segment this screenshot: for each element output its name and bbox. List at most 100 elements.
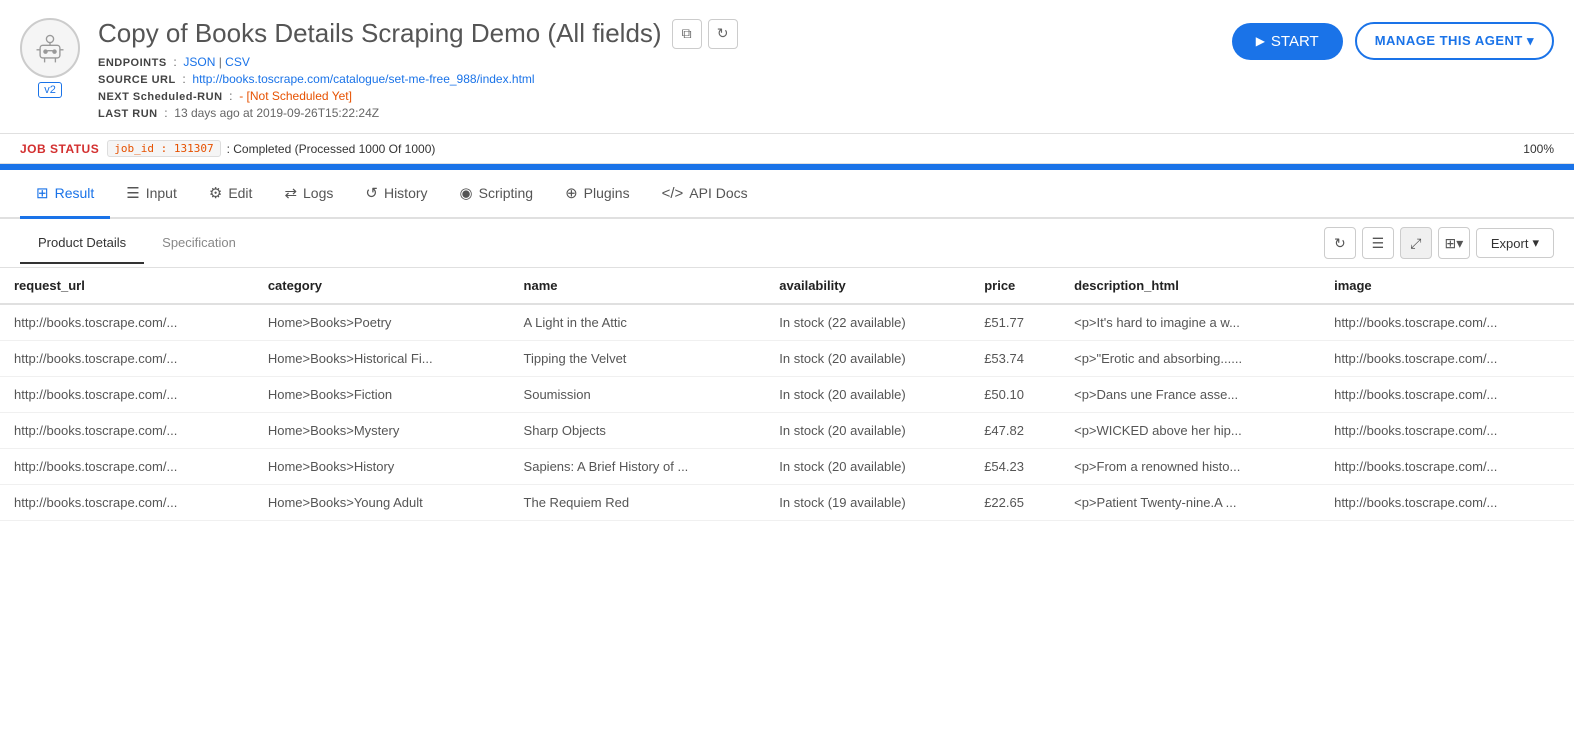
manage-label: MANAGE THIS AGENT ▾ (1375, 33, 1534, 49)
cell-category: Home>Books>History (254, 449, 510, 485)
table-header-row: request_url category name availability p… (0, 268, 1574, 304)
cell-image: http://books.toscrape.com/... (1320, 485, 1574, 521)
cell-description-html: <p>"Erotic and absorbing...... (1060, 341, 1320, 377)
edit-tab-icon: ⚙ (209, 184, 222, 202)
cell-price: £51.77 (970, 304, 1060, 341)
expand-view-button[interactable]: ⤢ (1400, 227, 1432, 259)
plugins-tab-icon: ⊕ (565, 184, 578, 202)
cell-name: Sapiens: A Brief History of ... (510, 449, 766, 485)
agent-icon (20, 18, 80, 78)
cell-description-html: <p>Dans une France asse... (1060, 377, 1320, 413)
cell-request-url: http://books.toscrape.com/... (0, 304, 254, 341)
scripting-tab-icon: ◉ (460, 184, 473, 202)
json-link[interactable]: JSON (183, 55, 215, 69)
copy-button[interactable]: ⧉ (672, 19, 702, 49)
tab-plugins[interactable]: ⊕ Plugins (549, 170, 646, 219)
table-header: request_url category name availability p… (0, 268, 1574, 304)
cell-availability: In stock (19 available) (765, 485, 970, 521)
last-run-label: LAST RUN (98, 108, 158, 120)
tab-logs[interactable]: ⇄ Logs (268, 170, 349, 219)
specification-label: Specification (162, 235, 236, 250)
start-button[interactable]: ▶ START (1232, 23, 1343, 60)
api-docs-tab-label: API Docs (689, 185, 747, 201)
next-run-label: NEXT Scheduled-RUN (98, 91, 223, 103)
tab-scripting[interactable]: ◉ Scripting (444, 170, 550, 219)
cell-availability: In stock (20 available) (765, 413, 970, 449)
plugins-tab-label: Plugins (584, 185, 630, 201)
job-percent: 100% (1523, 142, 1554, 156)
cell-image: http://books.toscrape.com/... (1320, 341, 1574, 377)
tab-api-docs[interactable]: </> API Docs (646, 171, 764, 219)
logs-tab-icon: ⇄ (284, 184, 297, 202)
subtab-specification[interactable]: Specification (144, 223, 254, 264)
source-url-link[interactable]: http://books.toscrape.com/catalogue/set-… (192, 72, 534, 86)
cell-request-url: http://books.toscrape.com/... (0, 485, 254, 521)
cell-request-url: http://books.toscrape.com/... (0, 449, 254, 485)
job-status-bar: JOB STATUS job_id : 131307 : Completed (… (0, 134, 1574, 164)
cell-image: http://books.toscrape.com/... (1320, 449, 1574, 485)
tab-history[interactable]: ↺ History (349, 170, 443, 219)
cell-availability: In stock (20 available) (765, 341, 970, 377)
cell-category: Home>Books>Historical Fi... (254, 341, 510, 377)
cell-price: £47.82 (970, 413, 1060, 449)
col-name: name (510, 268, 766, 304)
csv-link[interactable]: CSV (225, 55, 250, 69)
cell-price: £50.10 (970, 377, 1060, 413)
cell-image: http://books.toscrape.com/... (1320, 304, 1574, 341)
results-table: request_url category name availability p… (0, 268, 1574, 521)
history-tab-label: History (384, 185, 428, 201)
manage-agent-button[interactable]: MANAGE THIS AGENT ▾ (1355, 22, 1554, 60)
col-image: image (1320, 268, 1574, 304)
tabs-bar: ⊞ Result ☰ Input ⚙ Edit ⇄ Logs ↺ History… (0, 170, 1574, 219)
source-url-row: SOURCE URL : http://books.toscrape.com/c… (98, 72, 1232, 86)
cell-description-html: <p>From a renowned histo... (1060, 449, 1320, 485)
refresh-button[interactable]: ↻ (708, 19, 738, 49)
cell-name: Tipping the Velvet (510, 341, 766, 377)
scripting-tab-label: Scripting (479, 185, 533, 201)
tab-input[interactable]: ☰ Input (110, 170, 193, 219)
cell-name: Soumission (510, 377, 766, 413)
export-button[interactable]: Export ▾ (1476, 228, 1554, 258)
job-id-badge: job_id : 131307 (107, 140, 220, 157)
col-category: category (254, 268, 510, 304)
job-status-text: : Completed (Processed 1000 Of 1000) (227, 142, 436, 156)
result-tab-icon: ⊞ (36, 184, 49, 202)
cell-availability: In stock (22 available) (765, 304, 970, 341)
cell-price: £22.65 (970, 485, 1060, 521)
agent-icon-wrap: v2 (20, 18, 80, 98)
agent-info: Copy of Books Details Scraping Demo (All… (98, 18, 1232, 123)
start-label: START (1271, 33, 1319, 50)
cell-price: £53.74 (970, 341, 1060, 377)
table-body: http://books.toscrape.com/...Home>Books>… (0, 304, 1574, 521)
logs-tab-label: Logs (303, 185, 333, 201)
grid-view-button[interactable]: ⊞▾ (1438, 227, 1470, 259)
cell-category: Home>Books>Poetry (254, 304, 510, 341)
next-run-row: NEXT Scheduled-RUN : - [Not Scheduled Ye… (98, 89, 1232, 103)
table-row: http://books.toscrape.com/...Home>Books>… (0, 449, 1574, 485)
col-availability: availability (765, 268, 970, 304)
cell-category: Home>Books>Mystery (254, 413, 510, 449)
input-tab-label: Input (146, 185, 177, 201)
last-run-value: 13 days ago at 2019-09-26T15:22:24Z (174, 106, 379, 120)
cell-image: http://books.toscrape.com/... (1320, 413, 1574, 449)
job-status-label: JOB STATUS (20, 142, 99, 156)
cell-request-url: http://books.toscrape.com/... (0, 413, 254, 449)
table-row: http://books.toscrape.com/...Home>Books>… (0, 413, 1574, 449)
cell-price: £54.23 (970, 449, 1060, 485)
cell-description-html: <p>It's hard to imagine a w... (1060, 304, 1320, 341)
source-url-label: SOURCE URL (98, 74, 176, 86)
refresh-table-button[interactable]: ↻ (1324, 227, 1356, 259)
cell-description-html: <p>Patient Twenty-nine.A ... (1060, 485, 1320, 521)
endpoints-row: ENDPOINTS : JSON | CSV (98, 55, 1232, 69)
page-header: v2 Copy of Books Details Scraping Demo (… (0, 0, 1574, 134)
cell-description-html: <p>WICKED above her hip... (1060, 413, 1320, 449)
list-view-button[interactable]: ☰ (1362, 227, 1394, 259)
tab-result[interactable]: ⊞ Result (20, 170, 110, 219)
cell-name: The Requiem Red (510, 485, 766, 521)
edit-tab-label: Edit (228, 185, 252, 201)
tab-edit[interactable]: ⚙ Edit (193, 170, 269, 219)
subtab-product-details[interactable]: Product Details (20, 223, 144, 264)
results-table-wrap: request_url category name availability p… (0, 268, 1574, 521)
cell-category: Home>Books>Young Adult (254, 485, 510, 521)
export-label: Export (1491, 236, 1529, 251)
